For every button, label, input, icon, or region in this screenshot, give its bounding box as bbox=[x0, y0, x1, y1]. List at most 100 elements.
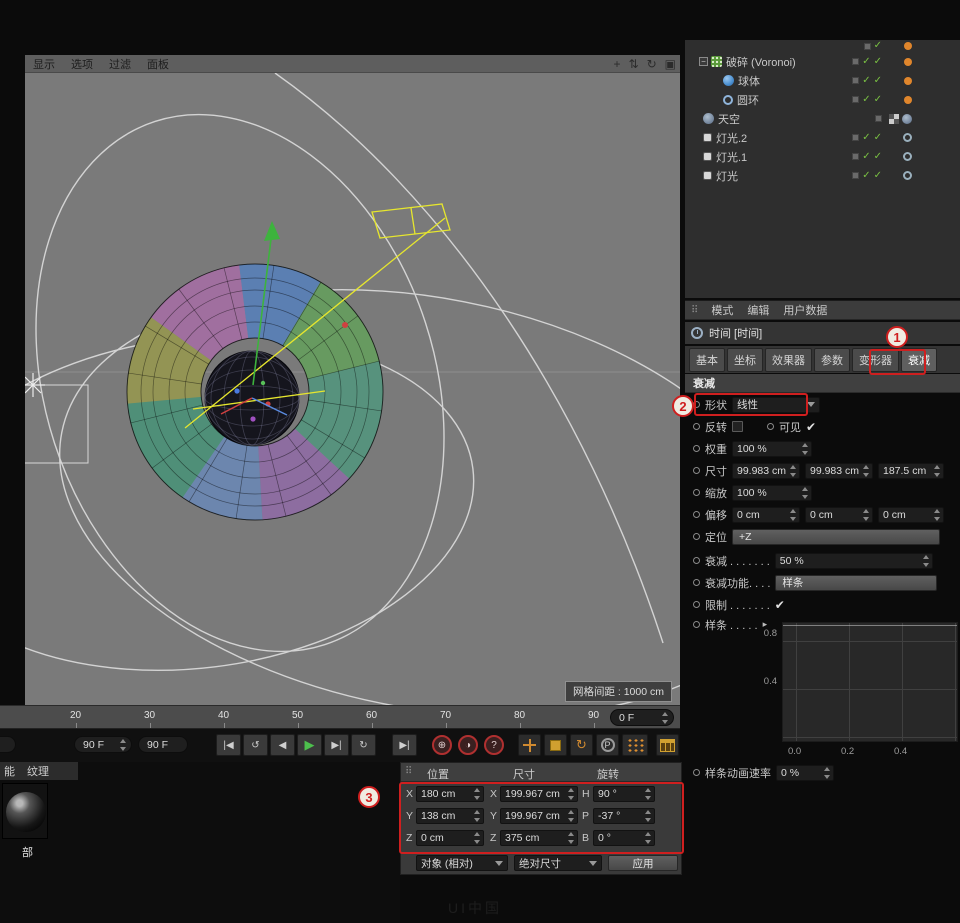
layer-toggle[interactable] bbox=[852, 153, 859, 160]
tag-icon[interactable] bbox=[904, 42, 912, 50]
pos-x-field[interactable]: 180 cm bbox=[416, 786, 484, 802]
expander-icon[interactable]: − bbox=[699, 57, 708, 66]
rotate-view-icon[interactable]: ↻ bbox=[647, 57, 657, 71]
current-frame-field[interactable]: 0 F bbox=[610, 709, 674, 726]
pos-y-field[interactable]: 138 cm bbox=[416, 808, 484, 824]
spline-rate-field[interactable]: 0 % bbox=[776, 765, 834, 781]
object-row-sky[interactable]: 天空 bbox=[685, 109, 960, 128]
anim-dot-icon[interactable] bbox=[693, 467, 700, 474]
layer-toggle[interactable] bbox=[852, 96, 859, 103]
layout-table-button[interactable] bbox=[656, 734, 679, 756]
tag-icon[interactable] bbox=[904, 77, 912, 85]
tab-basic[interactable]: 基本 bbox=[689, 348, 725, 372]
size-y-field[interactable]: 99.983 cm bbox=[805, 463, 873, 479]
scale-tool-button[interactable] bbox=[544, 734, 567, 756]
size-z-field[interactable]: 187.5 cm bbox=[878, 463, 944, 479]
shape-dropdown[interactable]: 线性 bbox=[732, 397, 820, 413]
tab-deformer[interactable]: 变形器 bbox=[852, 348, 899, 372]
tab-texture[interactable]: 纹理 bbox=[27, 763, 49, 779]
frame-field-partial[interactable] bbox=[0, 736, 16, 753]
timeline-ruler[interactable]: 20 30 40 50 60 70 80 90 0 F bbox=[0, 705, 680, 729]
tab-falloff[interactable]: 衰减 bbox=[901, 348, 937, 372]
layer-toggle[interactable] bbox=[852, 134, 859, 141]
parent-tool-button[interactable]: P bbox=[596, 734, 619, 756]
light-tag-icon[interactable] bbox=[903, 171, 912, 180]
compositing-tag-icon[interactable] bbox=[889, 114, 899, 124]
size-y-field[interactable]: 199.967 cm bbox=[500, 808, 578, 824]
visible-checkbox[interactable]: ✔ bbox=[806, 420, 816, 434]
range-start-field[interactable]: 90 F bbox=[74, 736, 132, 753]
snap-settings-button[interactable] bbox=[622, 734, 648, 756]
object-row-light1[interactable]: 灯光.1 ✓✓ bbox=[685, 147, 960, 166]
object-row-light2[interactable]: 灯光.2 ✓✓ bbox=[685, 128, 960, 147]
object-row-torus[interactable]: 圆环 ✓✓ bbox=[685, 90, 960, 109]
go-end-button[interactable]: ▶| bbox=[392, 734, 417, 756]
anim-dot-icon[interactable] bbox=[693, 557, 700, 564]
object-row-sphere[interactable]: 球体 ✓✓ bbox=[685, 71, 960, 90]
orientation-button[interactable]: +Z bbox=[732, 529, 940, 545]
tab-effector[interactable]: 效果器 bbox=[765, 348, 812, 372]
pos-z-field[interactable]: 0 cm bbox=[416, 830, 484, 846]
layer-toggle[interactable] bbox=[852, 58, 859, 65]
menu-mode[interactable]: 模式 bbox=[711, 302, 733, 318]
size-mode-dropdown[interactable]: 绝对尺寸 bbox=[514, 855, 602, 871]
anim-dot-icon[interactable] bbox=[693, 533, 700, 540]
falloff-function-button[interactable]: 样条 bbox=[775, 575, 937, 591]
record-keyframe-button[interactable]: ⊕ bbox=[432, 735, 452, 755]
menu-panel[interactable]: 面板 bbox=[147, 56, 169, 72]
mode-dropdown[interactable]: 对象 (相对) bbox=[416, 855, 508, 871]
apply-button[interactable]: 应用 bbox=[608, 855, 678, 871]
anim-dot-icon[interactable] bbox=[693, 423, 700, 430]
menu-edit[interactable]: 编辑 bbox=[747, 302, 769, 318]
layer-toggle[interactable] bbox=[852, 172, 859, 179]
rotate-tool-button[interactable]: ↻ bbox=[570, 734, 593, 756]
anim-dot-icon[interactable] bbox=[693, 579, 700, 586]
anim-dot-icon[interactable] bbox=[693, 445, 700, 452]
anim-dot-icon[interactable] bbox=[693, 401, 700, 408]
viewport-3d[interactable]: 显示 选项 过滤 面板 + ⇅ ↻ ▣ bbox=[25, 55, 680, 705]
offset-x-field[interactable]: 0 cm bbox=[732, 507, 800, 523]
size-x-field[interactable]: 99.983 cm bbox=[732, 463, 800, 479]
tag-icon[interactable] bbox=[904, 58, 912, 66]
rot-h-field[interactable]: 90 ° bbox=[593, 786, 655, 802]
anim-dot-icon[interactable] bbox=[693, 621, 700, 628]
object-row-light[interactable]: 灯光 ✓✓ bbox=[685, 166, 960, 185]
material-thumbnail[interactable] bbox=[2, 783, 48, 839]
menu-display[interactable]: 显示 bbox=[33, 56, 55, 72]
light-tag-icon[interactable] bbox=[903, 133, 912, 142]
tab-coordinates[interactable]: 坐标 bbox=[727, 348, 763, 372]
tab-function[interactable]: 能 bbox=[4, 763, 15, 779]
anim-dot-icon[interactable] bbox=[767, 423, 774, 430]
play-forward-button[interactable]: ↻ bbox=[351, 734, 376, 756]
size-z-field[interactable]: 375 cm bbox=[500, 830, 578, 846]
keyframe-options-button[interactable]: ? bbox=[484, 735, 504, 755]
weight-field[interactable]: 100 % bbox=[732, 441, 812, 457]
go-start-button[interactable]: |◀ bbox=[216, 734, 241, 756]
zoom-icon[interactable]: ⇅ bbox=[629, 57, 639, 71]
menu-options[interactable]: 选项 bbox=[71, 56, 93, 72]
prev-frame-button[interactable]: ◀ bbox=[270, 734, 295, 756]
menu-user-data[interactable]: 用户数据 bbox=[783, 302, 827, 318]
rot-b-field[interactable]: 0 ° bbox=[593, 830, 655, 846]
layer-toggle[interactable] bbox=[875, 115, 882, 122]
viewport-canvas[interactable]: 网格间距 : 1000 cm bbox=[25, 73, 680, 705]
sky-material-icon[interactable] bbox=[902, 114, 912, 124]
range-end-field[interactable]: 90 F bbox=[138, 736, 188, 753]
rot-p-field[interactable]: -37 ° bbox=[593, 808, 655, 824]
anim-dot-icon[interactable] bbox=[693, 489, 700, 496]
clamp-checkbox[interactable]: ✔ bbox=[775, 598, 785, 612]
anim-dot-icon[interactable] bbox=[693, 769, 700, 776]
next-frame-button[interactable]: ▶| bbox=[324, 734, 349, 756]
invert-checkbox[interactable] bbox=[732, 421, 743, 432]
anim-dot-icon[interactable] bbox=[693, 511, 700, 518]
pan-icon[interactable]: + bbox=[614, 57, 621, 71]
offset-z-field[interactable]: 0 cm bbox=[878, 507, 944, 523]
tab-parameters[interactable]: 参数 bbox=[814, 348, 850, 372]
autokey-button[interactable]: ◑ bbox=[458, 735, 478, 755]
anim-dot-icon[interactable] bbox=[693, 601, 700, 608]
spline-graph[interactable] bbox=[782, 622, 958, 742]
falloff-field[interactable]: 50 % bbox=[775, 553, 933, 569]
scale-field[interactable]: 100 % bbox=[732, 485, 812, 501]
offset-y-field[interactable]: 0 cm bbox=[805, 507, 873, 523]
menu-filter[interactable]: 过滤 bbox=[109, 56, 131, 72]
